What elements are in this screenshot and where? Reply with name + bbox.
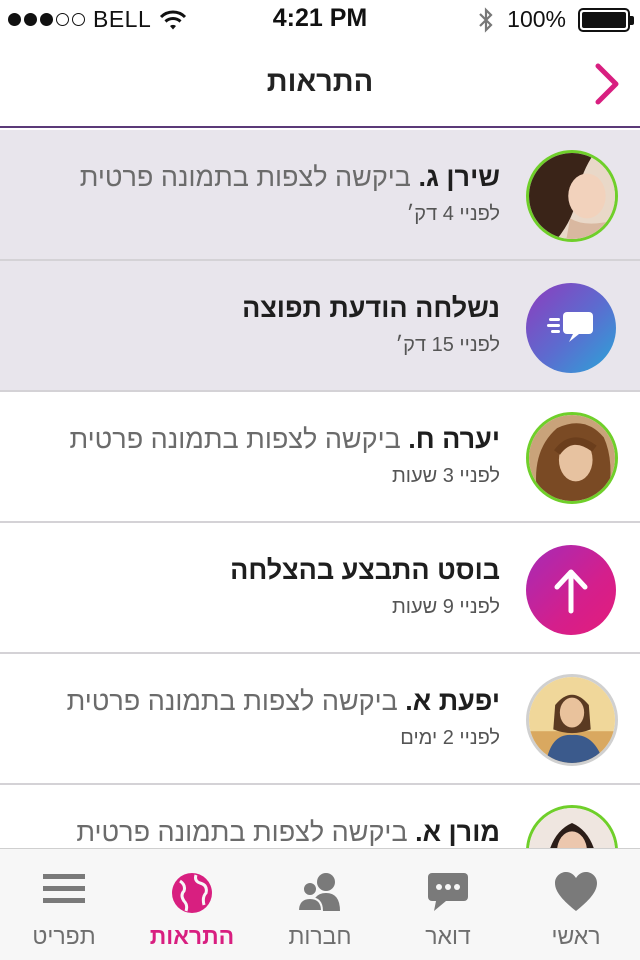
- friends-icon: [296, 873, 340, 912]
- notification-item[interactable]: שירן ג. ביקשה לצפות בתמונה פרטית לפניי 4…: [0, 130, 640, 261]
- notification-name: יערה ח.: [408, 424, 500, 454]
- heart-icon: [555, 872, 597, 911]
- notification-list[interactable]: שירן ג. ביקשה לצפות בתמונה פרטית לפניי 4…: [0, 130, 640, 848]
- avatar-photo-icon: [529, 808, 615, 848]
- tab-label: ראשי: [551, 923, 601, 949]
- battery-percent: 100%: [507, 6, 566, 32]
- notification-item[interactable]: יערה ח. ביקשה לצפות בתמונה פרטית לפניי 3…: [0, 392, 640, 523]
- tab-label: תפריט: [32, 923, 96, 949]
- menu-icon: [43, 874, 85, 903]
- status-bar: BELL 4:21 PM 100%: [0, 0, 640, 40]
- notification-line: שירן ג. ביקשה לצפות בתמונה פרטית: [20, 162, 500, 193]
- tab-label: דואר: [425, 923, 471, 949]
- tab-notifications[interactable]: התראות: [128, 849, 256, 960]
- notification-line: מורן א. ביקשה לצפות בתמונה פרטית: [20, 817, 500, 848]
- notification-name: מורן א.: [415, 817, 500, 847]
- notification-message: ביקשה לצפות בתמונה פרטית: [79, 162, 411, 192]
- notification-line: יפעת א. ביקשה לצפות בתמונה פרטית: [20, 686, 500, 717]
- notification-time: לפניי 2 ימים: [400, 727, 500, 749]
- notification-message: נשלחה הודעת תפוצה: [242, 293, 500, 323]
- globe-icon: [172, 873, 212, 913]
- notification-time: לפניי 4 דק׳: [406, 203, 500, 225]
- bluetooth-icon: [479, 6, 493, 33]
- notification-item[interactable]: נשלחה הודעת תפוצה לפניי 15 דק׳: [0, 261, 640, 392]
- avatar[interactable]: [526, 150, 618, 242]
- chat-bubble-icon: [428, 873, 468, 911]
- notification-message: ביקשה לצפות בתמונה פרטית: [76, 817, 408, 847]
- broadcast-message-icon: [526, 283, 616, 373]
- notification-message: ביקשה לצפות בתמונה פרטית: [66, 686, 398, 716]
- notification-time: לפניי 15 דק׳: [395, 334, 500, 356]
- notification-text: בוסט התבצע בהצלחה לפניי 9 שעות: [20, 555, 500, 619]
- tab-home[interactable]: ראשי: [512, 849, 640, 960]
- notification-name: יפעת א.: [405, 686, 500, 716]
- notification-item[interactable]: מורן א. ביקשה לצפות בתמונה פרטית: [0, 785, 640, 848]
- nav-bar: התראות: [0, 40, 640, 128]
- tab-label: התראות: [149, 923, 235, 949]
- page-title: התראות: [266, 66, 374, 98]
- notification-text: נשלחה הודעת תפוצה לפניי 15 דק׳: [20, 293, 500, 357]
- tab-label: חברות: [288, 923, 352, 949]
- notification-message: בוסט התבצע בהצלחה: [230, 555, 500, 585]
- notification-text: יערה ח. ביקשה לצפות בתמונה פרטית לפניי 3…: [20, 424, 500, 488]
- notification-text: מורן א. ביקשה לצפות בתמונה פרטית: [20, 817, 500, 848]
- avatar[interactable]: [526, 805, 618, 848]
- avatar[interactable]: [526, 412, 618, 504]
- tab-menu[interactable]: תפריט: [0, 849, 128, 960]
- avatar[interactable]: [526, 674, 618, 766]
- notification-item[interactable]: יפעת א. ביקשה לצפות בתמונה פרטית לפניי 2…: [0, 654, 640, 785]
- notification-text: יפעת א. ביקשה לצפות בתמונה פרטית לפניי 2…: [20, 686, 500, 750]
- status-right: 100%: [477, 6, 634, 33]
- notification-line: יערה ח. ביקשה לצפות בתמונה פרטית: [20, 424, 500, 455]
- notification-name: שירן ג.: [418, 162, 500, 192]
- chevron-right-icon[interactable]: [592, 60, 622, 108]
- notification-text: שירן ג. ביקשה לצפות בתמונה פרטית לפניי 4…: [20, 162, 500, 226]
- notification-time: לפניי 3 שעות: [391, 465, 500, 487]
- tab-bar: ראשי דואר חברות התראות תפריט: [0, 848, 640, 960]
- notification-time: לפניי 9 שעות: [391, 596, 500, 618]
- arrow-up-icon: [526, 545, 616, 635]
- battery-icon: [578, 7, 634, 32]
- avatar-photo-icon: [529, 677, 615, 763]
- notification-message: ביקשה לצפות בתמונה פרטית: [69, 424, 401, 454]
- notification-item[interactable]: בוסט התבצע בהצלחה לפניי 9 שעות: [0, 523, 640, 654]
- avatar-photo-icon: [529, 415, 615, 501]
- tab-friends[interactable]: חברות: [256, 849, 384, 960]
- avatar-photo-icon: [529, 153, 615, 239]
- tab-mail[interactable]: דואר: [384, 849, 512, 960]
